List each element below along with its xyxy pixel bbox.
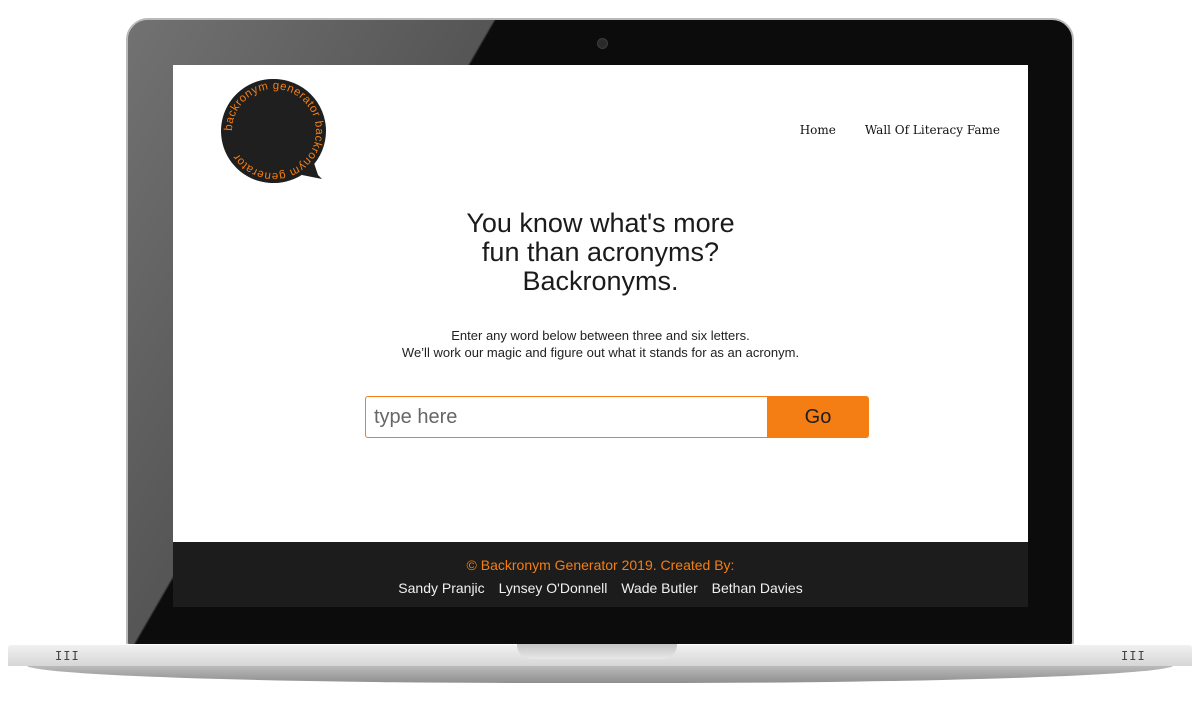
word-form: Go bbox=[365, 396, 869, 438]
laptop-base-bottom bbox=[26, 665, 1174, 683]
logo[interactable]: backronym generator backronym generator bbox=[218, 75, 330, 187]
headline-line-3: Backronyms. bbox=[522, 266, 679, 296]
browser-screen: backronym generator backronym generator … bbox=[173, 65, 1028, 607]
author-name: Bethan Davies bbox=[711, 580, 803, 596]
footer-copyright: © Backronym Generator 2019. Created By: bbox=[466, 557, 735, 573]
site-footer: © Backronym Generator 2019. Created By: … bbox=[173, 542, 1028, 607]
go-button[interactable]: Go bbox=[767, 396, 869, 438]
word-input[interactable] bbox=[365, 396, 767, 438]
nav-wall-of-fame-link[interactable]: Wall Of Literacy Fame bbox=[865, 123, 1000, 137]
author-name: Wade Butler bbox=[621, 580, 698, 596]
subtext-line-2: We’ll work our magic and figure out what… bbox=[401, 345, 800, 360]
hero-headline: You know what's more fun than acronyms? … bbox=[173, 209, 1028, 296]
author-name: Lynsey O'Donnell bbox=[498, 580, 608, 596]
camera-icon bbox=[597, 38, 608, 49]
vent-left: III bbox=[55, 649, 80, 663]
vent-right: III bbox=[1121, 649, 1146, 663]
author-name: Sandy Pranjic bbox=[398, 580, 485, 596]
main-nav: Home Wall Of Literacy Fame bbox=[800, 123, 1000, 137]
laptop-notch bbox=[517, 644, 677, 659]
nav-home-link[interactable]: Home bbox=[800, 123, 836, 137]
footer-credits: Sandy Pranjic Lynsey O'Donnell Wade Butl… bbox=[173, 580, 1028, 596]
headline-line-2: fun than acronyms? bbox=[481, 237, 720, 267]
hero-subtext: Enter any word below between three and s… bbox=[173, 327, 1028, 361]
headline-line-1: You know what's more bbox=[466, 208, 735, 238]
subtext-line-1: Enter any word below between three and s… bbox=[451, 328, 750, 343]
